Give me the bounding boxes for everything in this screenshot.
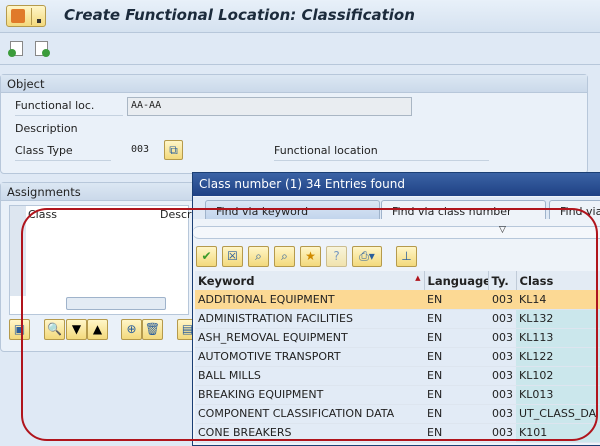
functional-loc-field[interactable]: AA-AA <box>127 97 412 116</box>
object-header: Object <box>1 75 587 93</box>
system-menu-button[interactable] <box>6 5 46 27</box>
cell-type: 003 <box>488 385 516 405</box>
cell-class: UT_CLASS_DA <box>516 404 600 424</box>
table-row[interactable]: ADMINISTRATION FACILITIES EN 003 KL132 <box>195 309 600 329</box>
results-table: Keyword ▲ Language Ty. Class ADDITIONAL E… <box>195 271 600 443</box>
tab-find-via-keyword[interactable]: Find via keyword <box>205 200 380 219</box>
confirm-check-icon[interactable]: ✔ <box>196 246 217 267</box>
cell-class: KL113 <box>516 328 600 348</box>
cell-type: 003 <box>488 290 516 310</box>
cell-keyword: COMPONENT CLASSIFICATION DATA <box>195 404 424 424</box>
table-row[interactable]: CONE BREAKERS EN 003 K101 <box>195 423 600 443</box>
select-all-button[interactable]: ▣ <box>9 319 30 340</box>
column-language[interactable]: Language <box>424 271 489 290</box>
cell-language: EN <box>424 328 488 348</box>
cell-type: 003 <box>488 423 516 443</box>
print-icon[interactable]: ⎙▾ <box>352 246 382 267</box>
delete-row-button[interactable]: 🗑 <box>142 319 163 340</box>
cell-class: K101 <box>516 423 600 443</box>
cell-keyword: ADDITIONAL EQUIPMENT <box>195 290 424 310</box>
scroll-down-button[interactable]: ▼ <box>66 319 87 340</box>
object-group: Object Functional loc. AA-AA Description… <box>0 74 588 174</box>
cell-class: KL132 <box>516 309 600 329</box>
cell-language: EN <box>424 385 488 405</box>
tab-find-via-class-number[interactable]: Find via class number <box>381 200 546 219</box>
class-type-label: Class Type <box>15 144 111 161</box>
cell-class: KL013 <box>516 385 600 405</box>
find-button[interactable]: 🔍 <box>44 319 65 340</box>
cell-type: 003 <box>488 309 516 329</box>
cell-type: 003 <box>488 404 516 424</box>
insert-row-button[interactable]: ⊕ <box>121 319 142 340</box>
menu-icon <box>11 9 25 23</box>
page-title: Create Functional Location: Classificati… <box>64 6 415 24</box>
table-row[interactable]: ADDITIONAL EQUIPMENT EN 003 KL14 <box>195 290 600 310</box>
class-type-text: Functional location <box>274 144 489 161</box>
title-bar: Create Functional Location: Classificati… <box>0 0 600 33</box>
cell-language: EN <box>424 423 488 443</box>
cell-keyword: BALL MILLS <box>195 366 424 386</box>
app-toolbar <box>0 33 600 65</box>
find-next-icon[interactable]: ⌕ <box>274 246 295 267</box>
class-type-help-button[interactable]: ⧉ <box>164 140 183 160</box>
cancel-icon[interactable]: ☒ <box>222 246 243 267</box>
find-binoculars-icon[interactable]: ⌕ <box>248 246 269 267</box>
description-label: Description <box>15 122 78 135</box>
add-favorite-icon[interactable]: ★ <box>300 246 321 267</box>
class-number-popup: Class number (1) 34 Entries found Find v… <box>192 172 600 446</box>
previous-object-icon[interactable] <box>8 41 23 57</box>
cell-keyword: ADMINISTRATION FACILITIES <box>195 309 424 329</box>
column-description: Descri <box>160 208 195 221</box>
pin-icon[interactable]: ⊥ <box>396 246 417 267</box>
popup-title: Class number (1) 34 Entries found <box>193 173 600 196</box>
column-keyword[interactable]: Keyword ▲ <box>195 271 425 290</box>
table-row[interactable]: ASH_REMOVAL EQUIPMENT EN 003 KL113 <box>195 328 600 348</box>
assignments-table[interactable]: Class Descri <box>9 205 195 315</box>
popup-tabs: Find via keyword Find via class number F… <box>193 197 600 219</box>
table-row[interactable]: AUTOMOTIVE TRANSPORT EN 003 KL122 <box>195 347 600 367</box>
help-icon[interactable]: ? <box>326 246 347 267</box>
table-row[interactable]: COMPONENT CLASSIFICATION DATA EN 003 UT_CLA… <box>195 404 600 424</box>
cell-keyword: BREAKING EQUIPMENT <box>195 385 424 405</box>
table-row[interactable]: BALL MILLS EN 003 KL102 <box>195 366 600 386</box>
cell-class: KL102 <box>516 366 600 386</box>
scroll-up-button[interactable]: ▲ <box>87 319 108 340</box>
cell-keyword: ASH_REMOVAL EQUIPMENT <box>195 328 424 348</box>
functional-loc-label: Functional loc. <box>15 99 123 116</box>
column-class: Class <box>28 208 57 221</box>
dropdown-icon <box>37 19 41 23</box>
cell-language: EN <box>424 309 488 329</box>
horizontal-scrollbar[interactable] <box>66 297 166 310</box>
column-class[interactable]: Class <box>516 271 600 290</box>
cell-language: EN <box>424 347 488 367</box>
cell-type: 003 <box>488 366 516 386</box>
tab-find-via-other[interactable]: Find via <box>549 200 600 219</box>
cell-type: 003 <box>488 328 516 348</box>
class-type-value: 003 <box>131 144 150 155</box>
cell-class: KL14 <box>516 290 600 310</box>
cell-language: EN <box>424 290 488 310</box>
column-type[interactable]: Ty. <box>488 271 517 290</box>
cell-type: 003 <box>488 347 516 367</box>
cell-keyword: AUTOMOTIVE TRANSPORT <box>195 347 424 367</box>
next-object-icon[interactable] <box>35 41 50 57</box>
cell-class: KL122 <box>516 347 600 367</box>
cell-keyword: CONE BREAKERS <box>195 423 424 443</box>
search-criteria-toggle[interactable]: ▽ <box>193 225 600 239</box>
cell-language: EN <box>424 404 488 424</box>
table-row[interactable]: BREAKING EQUIPMENT EN 003 KL013 <box>195 385 600 405</box>
cell-language: EN <box>424 366 488 386</box>
